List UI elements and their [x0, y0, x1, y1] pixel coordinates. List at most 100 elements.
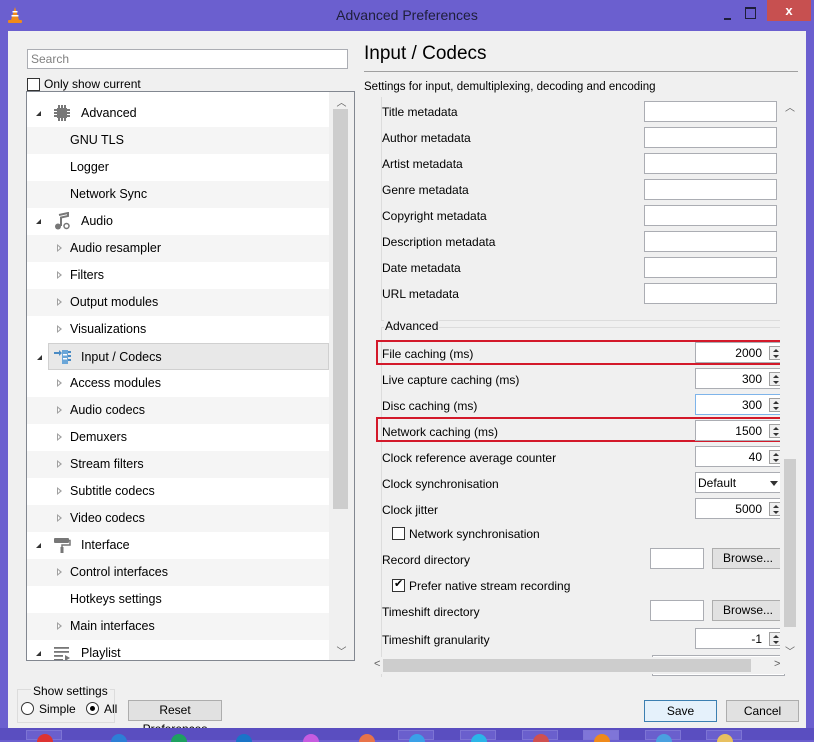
maximize-button[interactable]	[744, 7, 756, 19]
tree-item-main-interfaces[interactable]: Main interfaces	[27, 613, 329, 640]
minimize-button[interactable]	[722, 8, 734, 22]
collapse-arrow-icon[interactable]	[57, 244, 62, 252]
settings-scrollbar-thumb[interactable]	[784, 459, 796, 627]
settings-vertical-scrollbar[interactable]: ︿ ﹀	[780, 97, 800, 658]
timeshift-granularity-spinbox[interactable]: -1	[695, 628, 785, 649]
tree-item-audio-codecs[interactable]: Audio codecs	[27, 397, 329, 424]
category-tree[interactable]: Advanced GNU TLS Logger Network Sync Aud…	[26, 91, 355, 661]
collapse-arrow-icon[interactable]	[57, 379, 62, 387]
description-metadata-input[interactable]	[644, 231, 777, 252]
close-button[interactable]: x	[767, 0, 811, 21]
scroll-up-icon[interactable]: ︿	[780, 99, 800, 114]
expand-arrow-icon[interactable]	[37, 355, 42, 360]
copyright-metadata-input[interactable]	[644, 205, 777, 226]
collapse-arrow-icon[interactable]	[57, 433, 62, 441]
disc-caching-spinbox[interactable]: 300	[695, 394, 785, 415]
only-show-current-checkbox[interactable]	[27, 78, 40, 91]
title-metadata-input[interactable]	[644, 101, 777, 122]
tree-item-filters[interactable]: Filters	[27, 262, 329, 289]
taskbar-app[interactable]	[645, 730, 681, 742]
tree-item-subtitle-codecs[interactable]: Subtitle codecs	[27, 478, 329, 505]
tree-item-playlist[interactable]: Playlist	[27, 640, 329, 660]
horizontal-scrollbar-thumb[interactable]	[383, 659, 751, 672]
collapse-arrow-icon[interactable]	[57, 487, 62, 495]
cpu-chip-icon	[54, 105, 70, 121]
collapse-arrow-icon[interactable]	[57, 325, 62, 333]
tree-item-access-modules[interactable]: Access modules	[27, 370, 329, 397]
taskbar-app[interactable]	[348, 730, 384, 742]
taskbar-app[interactable]	[398, 730, 434, 742]
taskbar-app[interactable]	[460, 730, 496, 742]
tree-item-hotkeys-settings[interactable]: Hotkeys settings	[27, 586, 329, 613]
tree-scrollbar[interactable]: ︿ ﹀	[329, 92, 354, 660]
tree-item-stream-filters[interactable]: Stream filters	[27, 451, 329, 478]
record-directory-input[interactable]	[650, 548, 704, 569]
network-caching-value: 1500	[735, 424, 762, 438]
title-bar[interactable]: Advanced Preferences x	[0, 0, 814, 31]
expand-arrow-icon[interactable]	[36, 651, 41, 656]
collapse-arrow-icon[interactable]	[57, 460, 62, 468]
collapse-arrow-icon[interactable]	[57, 514, 62, 522]
tree-item-video-codecs[interactable]: Video codecs	[27, 505, 329, 532]
taskbar-app[interactable]	[160, 730, 196, 742]
tree-item-control-interfaces[interactable]: Control interfaces	[27, 559, 329, 586]
live-capture-caching-spinbox[interactable]: 300	[695, 368, 785, 389]
file-caching-spinbox[interactable]: 2000	[695, 342, 785, 363]
scroll-up-icon[interactable]: ︿	[329, 94, 354, 109]
collapse-arrow-icon[interactable]	[57, 406, 62, 414]
scroll-down-icon[interactable]: ﹀	[329, 643, 354, 658]
expand-arrow-icon[interactable]	[36, 111, 41, 116]
taskbar-app[interactable]	[706, 730, 742, 742]
tree-item-label: Interface	[81, 538, 130, 552]
genre-metadata-input[interactable]	[644, 179, 777, 200]
date-metadata-input[interactable]	[644, 257, 777, 278]
collapse-arrow-icon[interactable]	[57, 568, 62, 576]
cancel-button[interactable]: Cancel	[726, 700, 799, 722]
network-caching-spinbox[interactable]: 1500	[695, 420, 785, 441]
network-sync-checkbox[interactable]	[392, 527, 405, 540]
scroll-down-icon[interactable]: ﹀	[780, 643, 800, 658]
clock-reference-spinbox[interactable]: 40	[695, 446, 785, 467]
tree-item-output-modules[interactable]: Output modules	[27, 289, 329, 316]
save-button[interactable]: Save	[644, 700, 717, 722]
search-input[interactable]: Search	[27, 49, 348, 69]
tree-item-audio-resampler[interactable]: Audio resampler	[27, 235, 329, 262]
taskbar-app[interactable]	[225, 730, 261, 742]
scroll-right-icon[interactable]: >	[774, 658, 780, 670]
expand-arrow-icon[interactable]	[36, 219, 41, 224]
tree-item-input-codecs[interactable]: Input / Codecs	[37, 343, 329, 370]
tree-scrollbar-thumb[interactable]	[333, 109, 348, 509]
tree-item-demuxers[interactable]: Demuxers	[27, 424, 329, 451]
timeshift-directory-browse-button[interactable]: Browse...	[712, 600, 784, 621]
reset-preferences-button[interactable]: Reset Preferences	[128, 700, 222, 736]
clock-sync-dropdown[interactable]: Default	[695, 472, 785, 493]
settings-scroll-area[interactable]: Title metadata Author metadata Artist me…	[364, 97, 804, 677]
url-metadata-input[interactable]	[644, 283, 777, 304]
tree-item-interface[interactable]: Interface	[27, 532, 329, 559]
taskbar-app[interactable]	[26, 730, 62, 742]
record-directory-browse-button[interactable]: Browse...	[712, 548, 784, 569]
prefer-native-recording-checkbox[interactable]	[392, 577, 405, 592]
timeshift-directory-input[interactable]	[650, 600, 704, 621]
artist-metadata-input[interactable]	[644, 153, 777, 174]
taskbar-app[interactable]	[100, 730, 136, 742]
collapse-arrow-icon[interactable]	[57, 298, 62, 306]
tree-item-visualizations[interactable]: Visualizations	[27, 316, 329, 343]
scroll-left-icon[interactable]: <	[374, 658, 380, 670]
tree-item-network-sync[interactable]: Network Sync	[27, 181, 329, 208]
tree-item-audio[interactable]: Audio	[27, 208, 329, 235]
taskbar-app[interactable]	[522, 730, 558, 742]
clock-jitter-spinbox[interactable]: 5000	[695, 498, 785, 519]
simple-radio[interactable]	[21, 702, 34, 715]
tree-item-advanced[interactable]: Advanced	[27, 100, 329, 127]
taskbar-app-vlc[interactable]	[583, 730, 619, 742]
all-radio[interactable]	[86, 702, 99, 715]
tree-item-gnu-tls[interactable]: GNU TLS	[27, 127, 329, 154]
collapse-arrow-icon[interactable]	[57, 271, 62, 279]
tree-item-logger[interactable]: Logger	[27, 154, 329, 181]
collapse-arrow-icon[interactable]	[57, 622, 62, 630]
settings-horizontal-scrollbar[interactable]: < >	[372, 657, 798, 674]
taskbar-app[interactable]	[292, 730, 328, 742]
author-metadata-input[interactable]	[644, 127, 777, 148]
expand-arrow-icon[interactable]	[36, 543, 41, 548]
